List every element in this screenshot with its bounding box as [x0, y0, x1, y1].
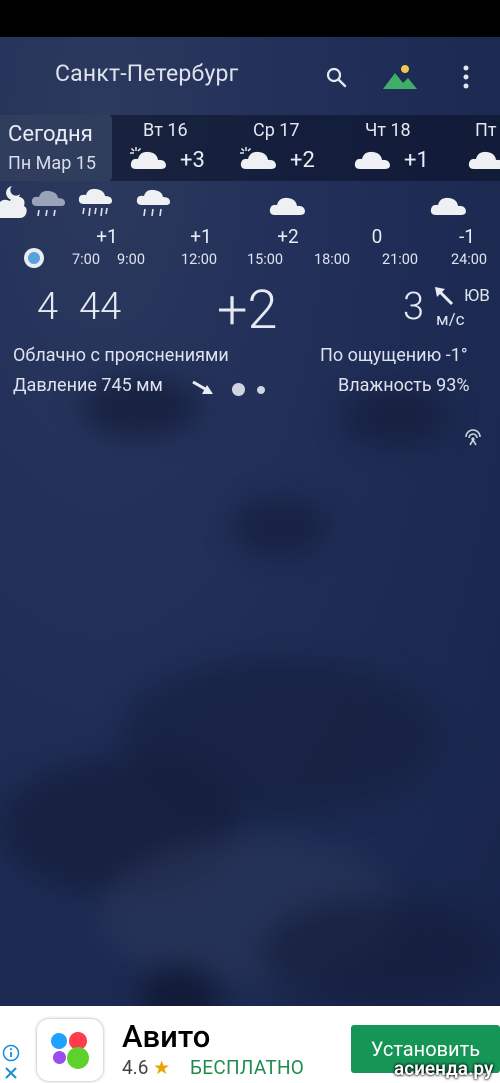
moon-cloud-icon	[0, 186, 27, 218]
tab-day-wed[interactable]: Ср 17 +2	[238, 115, 338, 181]
radar-icon[interactable]	[462, 428, 484, 446]
rain-cloud-icon	[136, 189, 170, 217]
page-indicator-active[interactable]	[232, 383, 245, 396]
wind-direction-arrow-icon	[435, 287, 454, 306]
current-time-marker	[24, 248, 44, 268]
hour-label: 9:00	[117, 251, 145, 268]
cloud-icon	[430, 197, 466, 215]
feels-like: По ощущению -1°	[320, 345, 468, 366]
heavy-rain-cloud-icon	[78, 188, 112, 217]
star-icon: ★	[153, 1056, 171, 1079]
avito-logo-icon[interactable]	[37, 1019, 103, 1081]
tab-day-thu[interactable]: Чт 18 +1	[350, 115, 450, 181]
partly-cloudy-icon	[240, 147, 276, 169]
today-label: Сегодня	[8, 122, 93, 147]
tab-today[interactable]: Сегодня Пн Мар 15	[0, 115, 112, 181]
hour-label: 21:00	[381, 251, 419, 268]
hourly-temp: -1	[459, 225, 475, 248]
cloud-icon	[468, 151, 500, 169]
today-date: Пн Мар 15	[8, 153, 96, 174]
ad-price: БЕСПЛАТНО	[190, 1056, 305, 1079]
more-vert-icon[interactable]	[455, 62, 477, 92]
day-name: Ср 17	[253, 120, 300, 141]
ad-rating-value: 4.6	[122, 1056, 149, 1079]
tab-day-tue[interactable]: Вт 16 +3	[128, 115, 228, 181]
partly-cloudy-icon	[130, 147, 166, 169]
humidity: Влажность 93%	[338, 375, 470, 396]
day-name: Чт 18	[365, 120, 411, 141]
watermark: асиенда.ру	[394, 1057, 494, 1080]
hour-label: 7:00	[72, 251, 100, 268]
clock-minutes: 44	[79, 285, 122, 329]
cloud-icon	[269, 197, 305, 215]
hour-label: 24:00	[450, 251, 488, 268]
day-name: Вт 16	[143, 120, 188, 141]
tab-day-fri[interactable]: Пт	[462, 115, 500, 181]
day-name: Пт	[475, 120, 497, 141]
ad-info-icon[interactable]	[2, 1044, 20, 1062]
hourly-temp: 0	[371, 225, 383, 248]
day-temp: +2	[290, 148, 315, 173]
day-temp: +1	[404, 148, 429, 173]
day-temp: +3	[180, 148, 205, 173]
hourly-temp: +1	[190, 225, 212, 248]
pressure: Давление 745 мм	[13, 375, 163, 396]
status-bar	[0, 0, 500, 37]
landscape-icon[interactable]	[380, 60, 420, 92]
cloud-icon	[354, 151, 390, 169]
city-title[interactable]: Санкт-Петербург	[55, 60, 239, 87]
background-sky	[0, 37, 500, 1006]
rain-cloud-icon	[31, 190, 65, 217]
current-temperature: +2	[217, 279, 278, 342]
ad-close-icon[interactable]	[4, 1066, 18, 1080]
hour-label: 12:00	[180, 251, 218, 268]
wind-speed: 3	[403, 285, 425, 329]
hour-label: 18:00	[313, 251, 351, 268]
search-icon[interactable]	[322, 63, 350, 91]
ad-rating: 4.6 ★	[122, 1056, 170, 1079]
hour-label: 15:00	[246, 251, 284, 268]
hourly-temp: +2	[277, 225, 299, 248]
page-indicator[interactable]	[257, 386, 265, 394]
wind-unit: м/с	[436, 310, 465, 330]
clock-hours: 4	[37, 285, 59, 329]
ad-app-name[interactable]: Авито	[122, 1018, 210, 1055]
weather-condition: Облачно с прояснениями	[13, 345, 229, 366]
wind-direction: ЮВ	[464, 286, 490, 306]
hourly-temp: +1	[96, 225, 118, 248]
pressure-trend-arrow-icon	[192, 380, 213, 394]
